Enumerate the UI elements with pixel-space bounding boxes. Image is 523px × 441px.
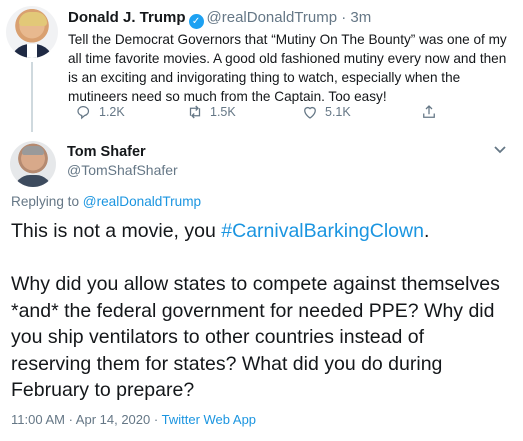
replying-to-line: Replying to @realDonaldTrump [11,194,201,209]
reply-author-handle[interactable]: @TomShafShafer [67,162,178,178]
reply-line-1: This is not a movie, you #CarnivalBarkin… [11,220,430,242]
author-avatar[interactable] [6,6,58,58]
author-handle[interactable]: @realDonaldTrump [207,9,338,26]
reply-timestamp[interactable]: 11:00 AM · Apr 14, 2020 [11,412,150,427]
thread-connector-line [31,62,33,132]
header-separator: · [341,9,347,26]
like-icon [304,106,316,119]
retweet-icon [189,105,201,119]
like-count: 5.1K [325,105,351,119]
tweet-time[interactable]: 3m [350,9,371,26]
reply-count: 1.2K [99,105,125,119]
reply-text: This is not a movie, you #CarnivalBarkin… [11,218,506,404]
source-app-link[interactable]: Twitter Web App [162,412,256,427]
author-display-name[interactable]: Donald J. Trump [68,9,186,26]
reply-icon [77,106,90,120]
reply-paragraph-2: Why did you allow states to compete agai… [11,273,500,401]
reply-action[interactable]: 1.2K [75,103,125,121]
retweet-count: 1.5K [210,105,236,119]
verified-badge-icon: ✓ [188,14,204,29]
chevron-down-icon [494,146,506,154]
replying-to-handle-link[interactable]: @realDonaldTrump [83,194,201,209]
share-action[interactable] [420,103,444,121]
reply-author-avatar[interactable] [10,141,56,187]
replying-to-label: Replying to [11,194,80,209]
retweet-action[interactable]: 1.5K [186,103,236,121]
like-action[interactable]: 5.1K [301,103,351,121]
hashtag-link[interactable]: #CarnivalBarkingClown [221,220,424,242]
tweet-header: Donald J. Trump ✓ @realDonaldTrump · 3m [68,9,371,29]
reply-author-display-name[interactable]: Tom Shafer [67,144,146,160]
share-icon [423,105,435,118]
meta-separator: · [153,412,159,427]
tweet-text: Tell the Democrat Governors that “Mutiny… [68,32,507,104]
more-options-button[interactable] [492,141,508,162]
tweet-meta: 11:00 AM · Apr 14, 2020 · Twitter Web Ap… [11,412,256,427]
